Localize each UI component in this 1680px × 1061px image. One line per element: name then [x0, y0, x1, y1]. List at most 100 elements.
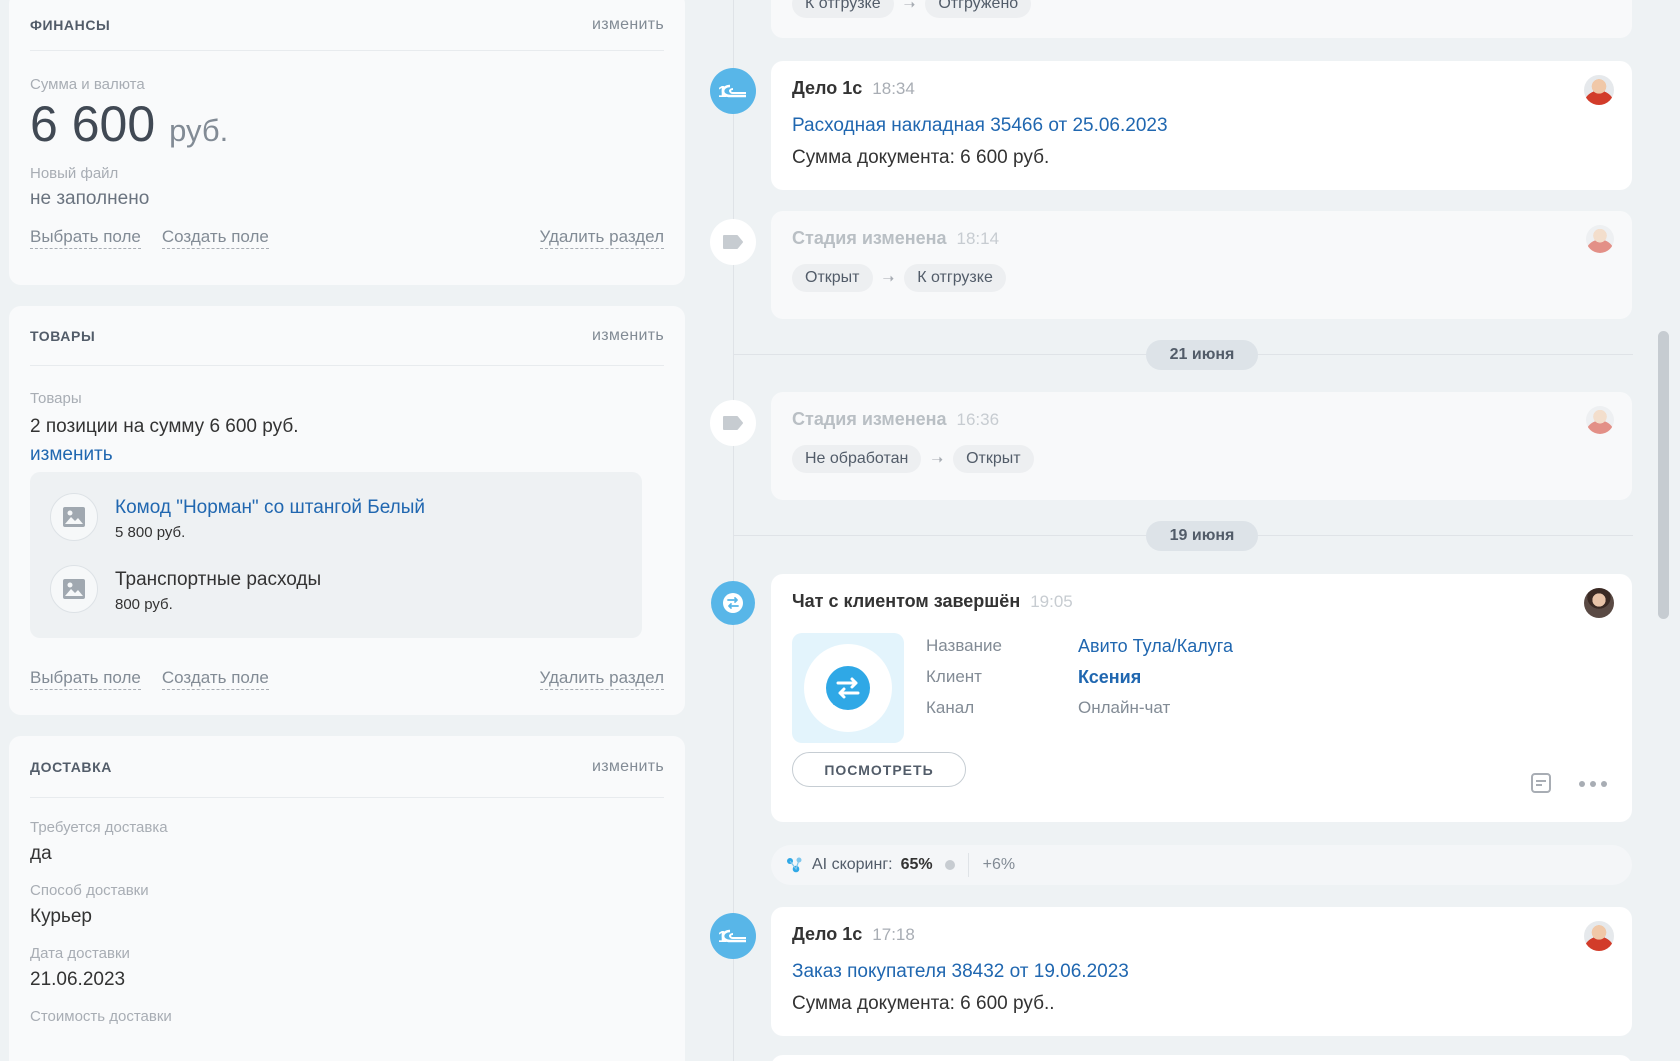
stage-chip-from: Не обработан: [792, 445, 922, 473]
view-chat-button[interactable]: ПОСМОТРЕТЬ: [792, 752, 966, 787]
chat-channel-value: Онлайн-чат: [1078, 698, 1171, 717]
more-icon[interactable]: [1578, 777, 1608, 789]
product-image-icon: [50, 565, 98, 613]
chat-channel-label: Канал: [926, 698, 975, 717]
goods-label: Товары: [30, 390, 82, 407]
sum-label: Сумма и валюта: [30, 76, 145, 93]
chat-bubble-icon: [804, 644, 892, 732]
avatar[interactable]: [1584, 921, 1614, 951]
document-sum: Сумма документа: 6 600 руб..: [792, 993, 1055, 1014]
goods-footer: Выбрать поле Создать поле Удалить раздел: [9, 668, 685, 690]
1c-icon: 1: [710, 68, 756, 114]
delivery-cost-label: Стоимость доставки: [30, 1008, 172, 1025]
document-link[interactable]: Заказ покупателя 38432 от 19.06.2023: [792, 961, 1129, 983]
delete-section-link[interactable]: Удалить раздел: [539, 668, 664, 690]
file-value: не заполнено: [30, 188, 150, 209]
delivery-method-label: Способ доставки: [30, 882, 149, 899]
event-time: 16:36: [956, 410, 1000, 429]
ai-scoring-divider: [967, 853, 969, 877]
stage-chip: Отгружено: [925, 0, 1032, 18]
ai-scoring-label: AI скоринг:: [812, 856, 893, 873]
chat-name-link[interactable]: Авито Тула/Калуга: [1078, 636, 1338, 657]
delivery-date-value: 21.06.2023: [30, 969, 126, 990]
choose-field-link[interactable]: Выбрать поле: [30, 668, 141, 690]
goods-card-header: ТОВАРЫ изменить: [30, 306, 664, 366]
stage-tag-icon: [710, 219, 756, 265]
delivery-card: ДОСТАВКА изменить Требуется доставка да …: [9, 736, 685, 1061]
arrow-right-icon: ➝: [882, 269, 895, 286]
event-header: Дело 1с 18:34: [792, 78, 915, 99]
document-link[interactable]: Расходная накладная 35466 от 25.06.2023: [792, 115, 1168, 137]
ai-scoring-delta: +6%: [982, 856, 1016, 873]
sum-currency: руб.: [169, 113, 229, 148]
delivery-title: ДОСТАВКА: [30, 758, 112, 775]
chat-icon: [711, 581, 755, 625]
stage-chips: Открыт ➝ К отгрузке: [792, 264, 1006, 292]
stage-chip: К отгрузке: [792, 0, 894, 18]
finance-body: Сумма и валюта 6 600 руб. Новый файл не …: [9, 76, 685, 210]
client-avatar[interactable]: [1584, 588, 1614, 618]
timeline-event-stage: Стадия изменена 16:36 Не обработан ➝ Отк…: [771, 392, 1632, 500]
delivery-date-label: Дата доставки: [30, 945, 130, 962]
timeline-event-stage: Стадия изменена 18:14 Открыт ➝ К отгрузк…: [771, 211, 1632, 319]
goods-body: Товары 2 позиции на сумму 6 600 руб. изм…: [9, 390, 685, 466]
timeline-event-chat: Чат с клиентом завершён 19:05 Название А…: [771, 574, 1632, 822]
event-header: Дело 1с 17:18: [792, 924, 915, 945]
date-badge: 19 июня: [1146, 521, 1258, 551]
stage-tag-icon: [710, 400, 756, 446]
product-price: 800 руб.: [115, 596, 173, 613]
avatar[interactable]: [1584, 75, 1614, 105]
stage-chip-to: Открыт: [953, 445, 1034, 473]
avatar[interactable]: [1586, 406, 1614, 434]
avatar[interactable]: [1586, 225, 1614, 253]
create-field-link[interactable]: Создать поле: [161, 668, 269, 690]
event-title: Дело 1с: [792, 78, 863, 98]
ai-scoring-icon: [786, 856, 804, 874]
product-price: 5 800 руб.: [115, 524, 186, 541]
event-time: 17:18: [872, 925, 915, 944]
product-list: Комод "Норман" со штангой Белый 5 800 ру…: [30, 472, 642, 638]
date-badge: 21 июня: [1146, 340, 1258, 370]
finance-edit-link[interactable]: изменить: [592, 16, 664, 34]
chat-client-label: Клиент: [926, 667, 982, 686]
timeline-event-partial: [771, 1055, 1632, 1061]
finance-card-header: ФИНАНСЫ изменить: [30, 0, 664, 51]
event-time: 19:05: [1030, 592, 1073, 611]
product-name: Транспортные расходы: [115, 569, 322, 590]
goods-summary: 2 позиции на сумму 6 600 руб.: [30, 416, 299, 437]
event-title: Дело 1с: [792, 924, 863, 944]
chat-client-link[interactable]: Ксения: [1078, 667, 1338, 688]
delivery-required-value: да: [30, 843, 52, 864]
chat-name-label: Название: [926, 636, 1002, 655]
event-title: Стадия изменена: [792, 228, 947, 248]
goods-edit-link[interactable]: изменить: [592, 327, 664, 345]
file-label: Новый файл: [30, 165, 119, 182]
delivery-body: Требуется доставка да Способ доставки Ку…: [9, 819, 685, 1025]
scrollbar-thumb[interactable]: [1658, 331, 1669, 619]
timeline-event-partial: К отгрузке ➝ Отгружено: [771, 0, 1632, 38]
event-title: Чат с клиентом завершён: [792, 591, 1021, 611]
delivery-card-header: ДОСТАВКА изменить: [30, 736, 664, 798]
stage-chip-to: К отгрузке: [904, 264, 1006, 292]
delivery-edit-link[interactable]: изменить: [592, 758, 664, 776]
chat-details: Название Авито Тула/Калуга Клиент Ксения…: [926, 636, 1338, 718]
1c-icon: 1: [710, 913, 756, 959]
choose-field-link[interactable]: Выбрать поле: [30, 227, 141, 249]
event-header: Чат с клиентом завершён 19:05: [792, 591, 1073, 612]
goods-change-link[interactable]: изменить: [30, 444, 664, 466]
create-field-link[interactable]: Создать поле: [161, 227, 269, 249]
event-title: Стадия изменена: [792, 409, 947, 429]
product-name-link[interactable]: Комод "Норман" со штангой Белый: [115, 497, 425, 519]
ai-scoring-value: 65%: [900, 856, 933, 873]
finance-card: ФИНАНСЫ изменить Сумма и валюта 6 600 ру…: [9, 0, 685, 285]
stage-chip-from: Открыт: [792, 264, 873, 292]
goods-card: ТОВАРЫ изменить Товары 2 позиции на сумм…: [9, 306, 685, 715]
stage-chips: К отгрузке ➝ Отгружено: [792, 0, 1032, 18]
delivery-required-label: Требуется доставка: [30, 819, 168, 836]
event-time: 18:34: [872, 79, 915, 98]
chat-preview-tile[interactable]: [792, 633, 904, 743]
event-header: Стадия изменена 18:14: [792, 228, 999, 249]
delete-section-link[interactable]: Удалить раздел: [539, 227, 664, 249]
note-icon[interactable]: [1530, 772, 1552, 794]
product-image-icon: [50, 493, 98, 541]
